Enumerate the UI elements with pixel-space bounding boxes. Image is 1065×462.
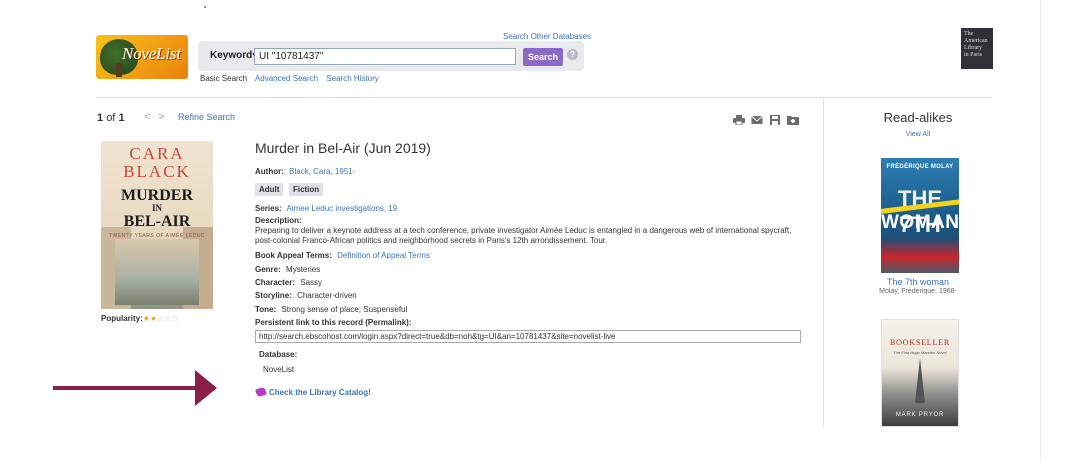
database-label: Database: <box>259 350 298 359</box>
refine-search-link[interactable]: Refine Search <box>178 112 235 122</box>
character-label: Character: <box>255 278 296 287</box>
readalike-cover-title: WOMAN <box>881 212 959 233</box>
email-icon[interactable] <box>751 115 763 125</box>
storyline-label: Storyline: <box>255 291 292 300</box>
record-title: Murder in Bel-Air (Jun 2019) <box>255 140 431 156</box>
series-link[interactable]: Aimee Leduc investigations, 19 <box>286 204 397 213</box>
readalike-title-link[interactable]: The 7th woman <box>860 277 976 287</box>
save-icon[interactable] <box>769 115 781 125</box>
tone-row: Tone: Strong sense of place; Suspenseful <box>255 305 407 314</box>
search-input[interactable] <box>254 48 516 65</box>
genre-label: Genre: <box>255 265 281 274</box>
catalog-book-icon <box>255 386 267 398</box>
institution-logo[interactable]: The American Library in Paris <box>961 28 993 69</box>
annotation-arrow-head-icon <box>195 370 217 406</box>
character-row: Character: Sassy <box>255 278 322 287</box>
readalikes-heading: Read-alikes <box>883 110 953 125</box>
readalike-cover-title: BOOKSELLER <box>890 338 950 347</box>
badge-audience: Adult <box>255 183 284 196</box>
eiffel-tower-decoration <box>915 358 925 403</box>
stray-dot <box>204 6 206 8</box>
star-empty-icon: ☆☆☆ <box>157 314 179 323</box>
permalink-field[interactable] <box>255 330 801 343</box>
description-label: Description: <box>255 216 302 225</box>
result-count: 1 of 1 <box>97 112 125 124</box>
appeal-terms-link[interactable]: Definition of Appeal Terms <box>337 251 430 260</box>
badge-genre-type: Fiction <box>288 183 324 196</box>
tone-value: Strong sense of place; Suspenseful <box>281 305 408 314</box>
cover-tagline: TWENTY YEARS OF AIMÉE LEDUC <box>108 233 206 239</box>
search-mode-links: Basic Search Advanced Search Search Hist… <box>200 74 379 83</box>
page-edge <box>1040 0 1041 462</box>
advanced-search-link[interactable]: Advanced Search <box>255 74 318 83</box>
permalink-label: Persistent link to this record (Permalin… <box>255 318 412 327</box>
popularity-rating: Popularity:★★☆☆☆ <box>101 314 179 323</box>
cover-author: CARA BLACK <box>123 144 191 181</box>
series-row: Series: Aimee Leduc investigations, 19 <box>255 204 397 213</box>
popularity-label: Popularity: <box>101 314 143 323</box>
novelist-logo[interactable]: NoveList <box>96 35 188 79</box>
folder-icon[interactable] <box>787 115 799 125</box>
star-filled-icon: ★★ <box>142 314 158 323</box>
genre-value: Mysteries <box>286 265 321 274</box>
institution-logo-line: American <box>964 38 988 44</box>
result-of: of <box>106 112 116 124</box>
search-history-link[interactable]: Search History <box>326 74 378 83</box>
appeal-terms-label: Book Appeal Terms: <box>255 251 332 260</box>
result-current: 1 <box>97 112 104 124</box>
basic-search-link[interactable]: Basic Search <box>200 74 247 83</box>
author-row: Author: Black, Cara, 1951- <box>255 167 355 176</box>
search-other-databases-link[interactable]: Search Other Databases <box>503 32 591 41</box>
book-cover[interactable]: CARA BLACK MURDER IN BEL-AIR TWENTY YEAR… <box>101 141 213 309</box>
database-value: NoveList <box>263 365 295 374</box>
genre-row: Genre: Mysteries <box>255 265 320 274</box>
header-divider <box>96 97 992 98</box>
print-icon[interactable] <box>733 115 745 125</box>
catalog-link-label: Check the Library Catalog! <box>269 388 371 397</box>
character-value: Sassy <box>300 278 323 287</box>
readalike-cover-author: MARK PRYOR <box>895 412 945 418</box>
audience-badges: Adult Fiction <box>255 183 326 196</box>
author-link[interactable]: Black, Cara, 1951- <box>289 167 355 176</box>
help-icon[interactable]: ? <box>567 49 578 60</box>
readalike-cover[interactable]: FRÉDÉRIQUE MOLAY THE 7TH WOMAN <box>881 158 959 273</box>
readalike-cover[interactable]: BOOKSELLER The First Hugo Marston Novel … <box>881 319 959 427</box>
cover-title-line: IN <box>151 203 162 213</box>
next-result-icon[interactable]: > <box>158 111 164 123</box>
previous-result-icon[interactable]: < <box>144 111 150 123</box>
sidebar-divider <box>823 97 824 427</box>
readalike-cover-subtitle: The First Hugo Marston Novel <box>893 350 947 355</box>
annotation-arrow-shaft <box>53 386 203 390</box>
description-text: Preparing to deliver a keynote address a… <box>255 226 792 245</box>
check-library-catalog-link[interactable]: Check the Library Catalog! <box>255 386 371 398</box>
readalike-cover-author: FRÉDÉRIQUE MOLAY <box>886 164 954 170</box>
readalike-author: Molay, Frederique, 1968- <box>879 288 957 295</box>
result-total: 1 <box>118 112 125 124</box>
logo-text: NoveList <box>122 44 181 63</box>
author-label: Author: <box>255 167 284 176</box>
appeal-terms-row: Book Appeal Terms: Definition of Appeal … <box>255 251 430 260</box>
field-select[interactable]: Keyword▾ <box>210 50 257 61</box>
institution-logo-line: in Paris <box>964 52 983 58</box>
field-select-label: Keyword <box>210 50 253 61</box>
cover-title-line: BEL-AIR <box>123 213 191 230</box>
storyline-row: Storyline: Character-driven <box>255 291 357 300</box>
tree-trunk <box>116 63 122 77</box>
institution-logo-line: The <box>964 31 974 37</box>
storyline-value: Character-driven <box>297 291 357 300</box>
view-all-link[interactable]: View All <box>860 131 976 138</box>
tone-label: Tone: <box>255 305 277 314</box>
search-button[interactable]: Search <box>523 48 563 66</box>
cover-street-scene <box>115 239 199 305</box>
institution-logo-line: Library <box>964 45 982 51</box>
series-label: Series: <box>255 204 282 213</box>
